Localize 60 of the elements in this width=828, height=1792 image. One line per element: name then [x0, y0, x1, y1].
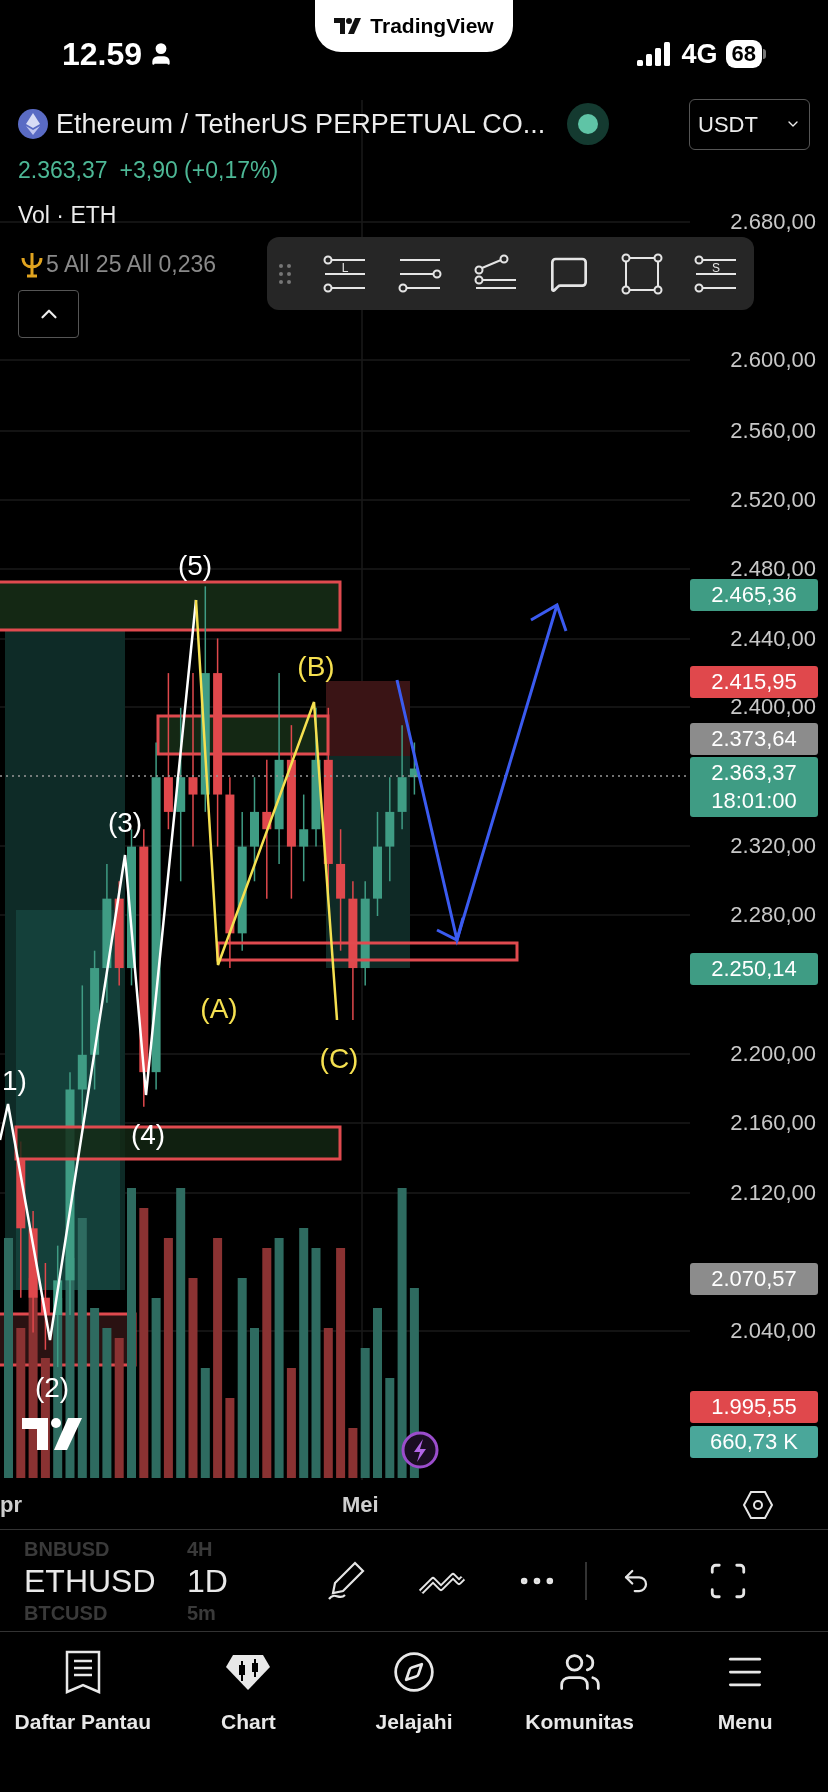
price-badge: 2.415,95 [690, 666, 818, 698]
nav-tab[interactable]: Jelajahi [331, 1648, 497, 1792]
tradingview-logo-icon [22, 1418, 82, 1450]
price-label: 2.200,00 [730, 1040, 816, 1068]
nav-tab[interactable]: Komunitas [496, 1648, 663, 1792]
battery-level: 68 [725, 40, 762, 68]
wave-label: (A) [200, 993, 238, 1024]
wave-label: (C) [319, 1043, 359, 1074]
network-type: 4G [681, 37, 718, 71]
compass-icon [392, 1650, 436, 1694]
lightning-icon[interactable] [401, 1431, 439, 1469]
time-label: Mei [342, 1491, 379, 1519]
wave-label: (4) [130, 1119, 166, 1150]
candlestick-icon [225, 1653, 272, 1691]
brand-name: TradingView [370, 13, 494, 40]
price-badge: 2.373,64 [690, 723, 818, 755]
wave-label: (B) [297, 651, 335, 682]
price-change: +3,90 (+0,17%) [119, 155, 279, 185]
price-badge: 1.995,55 [690, 1391, 818, 1423]
indicator-legend: 5 All 25 All 0,236 [46, 246, 217, 282]
volume-bar [348, 1428, 358, 1478]
live-status-icon [567, 103, 610, 145]
last-price: 2.363,37 [18, 155, 108, 185]
price-label: 2.560,00 [730, 417, 816, 445]
currency-dropdown[interactable]: USDT [689, 98, 810, 150]
ethereum-logo-icon [18, 109, 48, 139]
price-label: 2.040,00 [730, 1317, 816, 1345]
tradingview-logo-icon [334, 18, 363, 34]
price-label: 2.280,00 [730, 901, 816, 929]
wave-label: (3) [107, 807, 143, 838]
nav-tab[interactable]: Chart [165, 1648, 332, 1792]
price-label: 2.120,00 [730, 1179, 816, 1207]
symbol-picker[interactable]: BNBUSD ETHUSD BTCUSD [0, 1538, 163, 1623]
drag-handle-icon [279, 262, 291, 285]
price-label: 2.680,00 [730, 208, 816, 236]
battery-tip-icon [763, 49, 766, 59]
price-label: 2.520,00 [730, 486, 816, 514]
volume-legend: Vol · ETH [18, 192, 117, 238]
price-label: 2.600,00 [730, 346, 816, 374]
price-badge: 2.250,14 [690, 953, 818, 985]
wave-label: (5) [177, 550, 213, 581]
settings-icon[interactable] [742, 1489, 774, 1520]
nav-tab[interactable]: Menu [662, 1648, 828, 1792]
rectangle-tool-icon[interactable] [620, 252, 663, 295]
interval-picker[interactable]: 4H 1D 5m [163, 1538, 273, 1623]
price-badge: 2.465,36 [690, 579, 818, 611]
clock-time: 12.59 [62, 35, 143, 74]
collapse-button[interactable] [18, 290, 79, 338]
symbol-title[interactable]: Ethereum / TetherUS PERPETUAL CO... [56, 103, 546, 145]
nav-tab[interactable]: Daftar Pantau [0, 1648, 166, 1792]
price-badge: 660,73 K [690, 1426, 818, 1458]
time-label: pr [0, 1491, 22, 1519]
bookmark-list-icon [64, 1650, 101, 1694]
price-badge: 2.070,57 [690, 1263, 818, 1295]
price-label: 2.320,00 [730, 832, 816, 860]
price-label: 2.160,00 [730, 1109, 816, 1137]
wave-label: 1) [2, 1065, 27, 1096]
wave-label: (2) [34, 1372, 70, 1403]
price-label: 2.440,00 [730, 625, 816, 653]
price-badge: 2.363,37 18:01:00 [690, 757, 818, 817]
